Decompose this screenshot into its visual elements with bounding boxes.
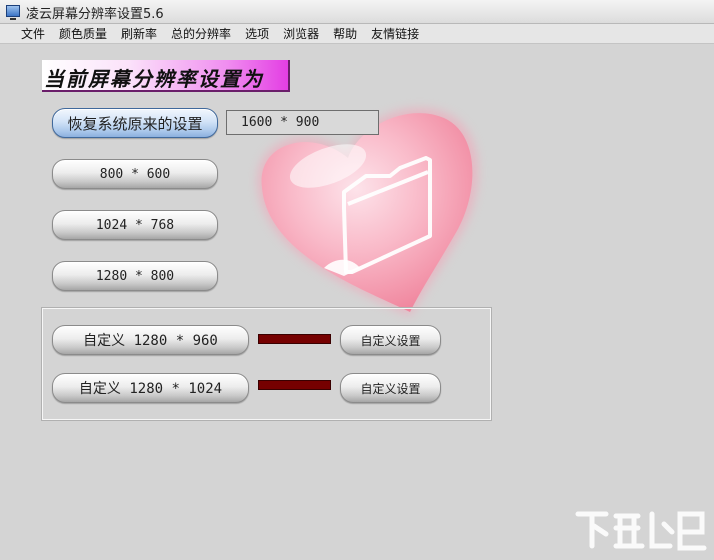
banner-title: 当前屏幕分辨率设置为 [44, 67, 264, 91]
menu-total-resolution[interactable]: 总的分辨率 [164, 25, 238, 42]
title-bar: 凌云屏幕分辨率设置5.6 [0, 0, 714, 24]
menu-file[interactable]: 文件 [14, 25, 52, 42]
xiazaiba-watermark [575, 511, 707, 551]
custom-1280x1024-button[interactable]: 自定义 1280 * 1024 [52, 373, 249, 403]
menu-browser[interactable]: 浏览器 [276, 25, 326, 42]
custom-color-swatch [258, 334, 331, 344]
menu-options[interactable]: 选项 [238, 25, 276, 42]
preset-800x600-button[interactable]: 800 * 600 [52, 159, 218, 189]
custom-settings-button[interactable]: 自定义设置 [340, 325, 441, 355]
preset-1024x768-button[interactable]: 1024 * 768 [52, 210, 218, 240]
preset-1280x800-button[interactable]: 1280 * 800 [52, 261, 218, 291]
menu-bar: 文件 颜色质量 刷新率 总的分辨率 选项 浏览器 帮助 友情链接 [0, 24, 714, 44]
window-title: 凌云屏幕分辨率设置5.6 [26, 7, 164, 22]
menu-color-quality[interactable]: 颜色质量 [52, 25, 114, 42]
monitor-icon [6, 5, 20, 20]
current-resolution-banner: 当前屏幕分辨率设置为 [42, 60, 290, 92]
menu-help[interactable]: 帮助 [326, 25, 364, 42]
custom-1280x960-button[interactable]: 自定义 1280 * 960 [52, 325, 249, 355]
restore-original-button[interactable]: 恢复系统原来的设置 [52, 108, 218, 138]
menu-links[interactable]: 友情链接 [364, 25, 426, 42]
custom-color-swatch [258, 380, 331, 390]
current-resolution-field: 1600 * 900 [226, 110, 379, 135]
custom-settings-button[interactable]: 自定义设置 [340, 373, 441, 403]
menu-refresh-rate[interactable]: 刷新率 [114, 25, 164, 42]
